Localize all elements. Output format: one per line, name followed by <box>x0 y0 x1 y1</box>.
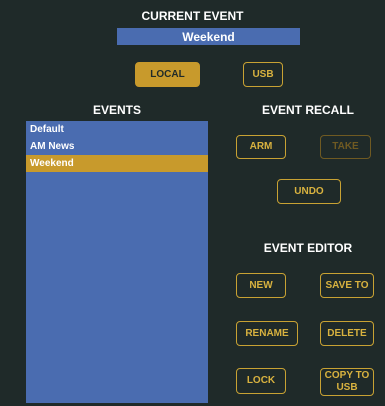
new-button[interactable]: NEW <box>236 273 286 298</box>
save-to-button[interactable]: SAVE TO <box>320 273 374 298</box>
list-item[interactable]: Default <box>26 121 208 138</box>
event-recall-title: EVENT RECALL <box>261 103 354 117</box>
lock-button[interactable]: LOCK <box>236 368 286 394</box>
usb-button[interactable]: USB <box>243 62 283 87</box>
arm-button[interactable]: ARM <box>236 135 286 159</box>
current-event-value: Weekend <box>117 28 300 45</box>
current-event-title: CURRENT EVENT <box>141 9 244 23</box>
copy-to-usb-button[interactable]: COPY TO USB <box>320 368 374 396</box>
list-item[interactable]: AM News <box>26 138 208 155</box>
list-item[interactable]: Weekend <box>26 155 208 172</box>
delete-button[interactable]: DELETE <box>320 321 374 346</box>
undo-button[interactable]: UNDO <box>277 179 341 204</box>
events-title: EVENTS <box>92 103 141 117</box>
event-editor-title: EVENT EDITOR <box>263 241 353 255</box>
local-button[interactable]: LOCAL <box>135 62 200 87</box>
rename-button[interactable]: RENAME <box>236 321 298 346</box>
take-button[interactable]: TAKE <box>320 135 371 159</box>
events-list[interactable]: Default AM News Weekend <box>26 121 208 403</box>
